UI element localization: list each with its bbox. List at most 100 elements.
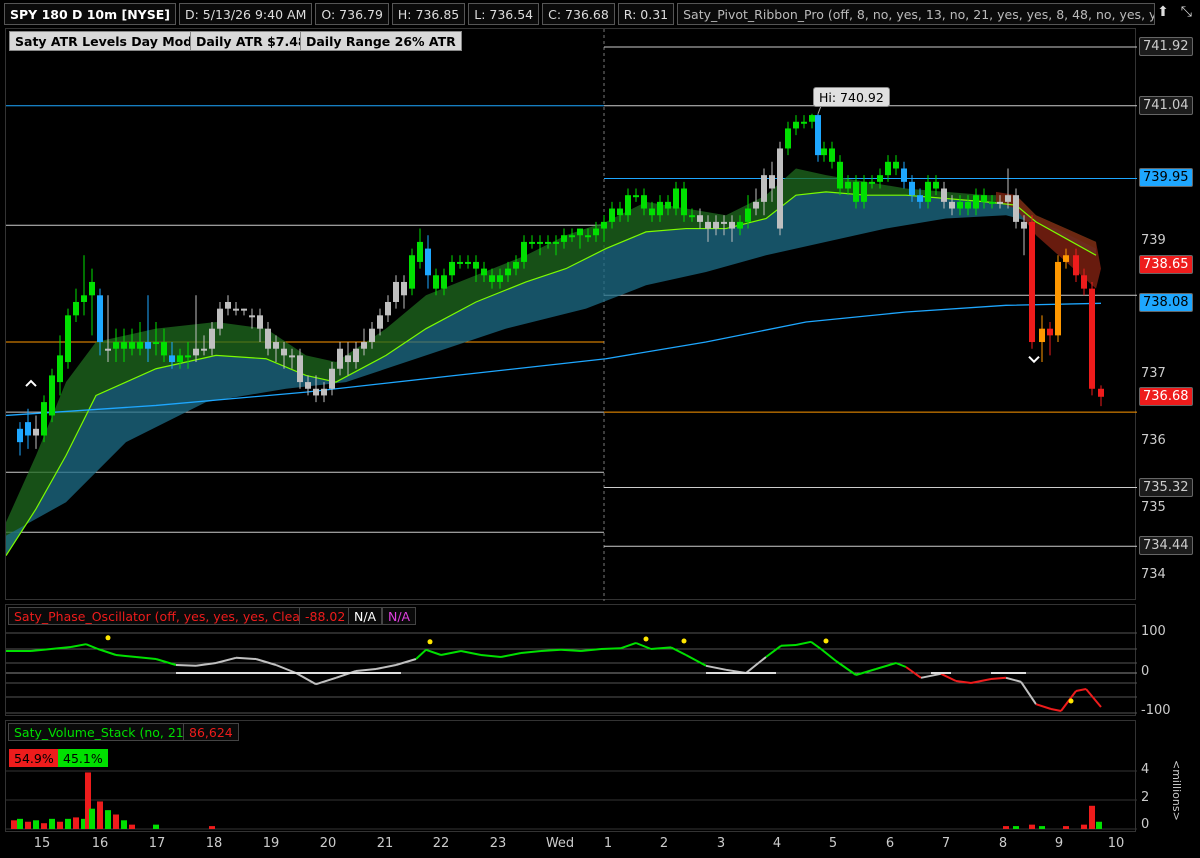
osc-tick-100: 100 bbox=[1141, 624, 1166, 639]
phase-oscillator-line bbox=[635, 642, 652, 650]
candle-body bbox=[721, 221, 727, 224]
time-tick: 2 bbox=[659, 836, 669, 851]
phase-oscillator-line bbox=[810, 640, 822, 650]
price-level-label: 741.92 bbox=[1139, 37, 1193, 56]
candle-body bbox=[465, 261, 471, 264]
candle-body bbox=[417, 241, 423, 262]
volume-title[interactable]: Saty_Volume_Stack (no, 21) bbox=[8, 723, 195, 741]
phase-oscillator-line bbox=[460, 650, 482, 656]
candle-body bbox=[1039, 328, 1045, 343]
candle-body bbox=[909, 181, 915, 196]
candle-body bbox=[901, 168, 907, 182]
candle-body bbox=[369, 328, 375, 343]
candle-body bbox=[801, 121, 807, 124]
candle-body bbox=[433, 275, 439, 289]
price-level-label: 738.08 bbox=[1139, 293, 1193, 313]
volume-bar bbox=[1096, 821, 1102, 829]
candle-body bbox=[377, 315, 383, 329]
candle-body bbox=[989, 201, 995, 204]
phase-oscillator-line bbox=[425, 648, 442, 656]
study-label[interactable]: Saty_Pivot_Ribbon_Pro (off, 8, no, yes, … bbox=[677, 3, 1156, 25]
phase-oscillator-line bbox=[970, 678, 992, 684]
volume-axis[interactable]: 4 2 0 <millions> bbox=[1137, 720, 1200, 832]
candle-body bbox=[861, 181, 867, 202]
candle-body bbox=[497, 275, 503, 282]
price-level-label: 741.04 bbox=[1139, 95, 1193, 115]
candle-body bbox=[201, 348, 207, 351]
symbol-label[interactable]: SPY 180 D 10m [NYSE] bbox=[4, 3, 176, 25]
volume-bar bbox=[73, 817, 79, 829]
phase-oscillator-line bbox=[275, 664, 297, 674]
phase-oscillator-line bbox=[85, 643, 99, 650]
candle-body bbox=[273, 342, 279, 349]
candle-body bbox=[249, 315, 255, 318]
price-tick: 735 bbox=[1141, 499, 1166, 515]
volume-value: 86,624 bbox=[183, 723, 239, 741]
arrow-up-icon[interactable]: ⬆︎ bbox=[1157, 4, 1169, 20]
candle-body bbox=[473, 261, 479, 269]
price-tick: 739 bbox=[1141, 232, 1166, 248]
phase-oscillator-line bbox=[255, 658, 277, 666]
daily-atr-badge: Daily ATR $7.48 bbox=[190, 31, 313, 51]
price-chart-panel[interactable]: Saty ATR Levels Day Mode Daily ATR $7.48… bbox=[5, 28, 1137, 601]
phase-oscillator-line bbox=[215, 656, 237, 664]
candle-body bbox=[933, 181, 939, 189]
price-level-label: 738.65 bbox=[1139, 255, 1193, 275]
mean-reversion-dot bbox=[105, 635, 111, 641]
collapse-icon[interactable]: ⤡ bbox=[1181, 4, 1192, 20]
candle-body bbox=[353, 348, 359, 363]
oscillator-title[interactable]: Saty_Phase_Oscillator (off, yes, yes, ye… bbox=[8, 607, 319, 625]
price-chart-svg bbox=[6, 29, 1137, 601]
volume-bar bbox=[65, 818, 71, 829]
oscillator-axis[interactable]: 100 0 -100 bbox=[1137, 604, 1200, 718]
volume-bar bbox=[17, 818, 23, 829]
volume-bar bbox=[89, 808, 95, 829]
candle-body bbox=[281, 348, 287, 356]
date-readout: D: 5/13/26 9:40 AM bbox=[179, 3, 313, 25]
sell-percent-badge: 54.9% bbox=[9, 749, 59, 767]
down-arrow-marker bbox=[1028, 356, 1040, 364]
volume-stack-panel[interactable]: Saty_Volume_Stack (no, 21) 86,624 54.9% … bbox=[5, 720, 1137, 832]
candle-body bbox=[81, 295, 87, 302]
phase-oscillator-line bbox=[795, 640, 812, 646]
phase-oscillator-line bbox=[600, 647, 622, 650]
price-axis[interactable]: 739738737736735734741.92741.04739.95738.… bbox=[1137, 28, 1200, 600]
phase-oscillator-panel[interactable]: Saty_Phase_Oscillator (off, yes, yes, ye… bbox=[5, 604, 1137, 716]
candle-body bbox=[1029, 221, 1035, 343]
phase-oscillator-line bbox=[560, 648, 582, 652]
time-axis[interactable]: 15 16 17 18 19 20 21 22 23 Wed 1 2 3 4 5 6 7 8 9 10 bbox=[0, 832, 1137, 858]
candle-body bbox=[457, 261, 463, 264]
candle-body bbox=[185, 355, 191, 358]
price-level-label: 739.95 bbox=[1139, 168, 1193, 188]
price-tick: 736 bbox=[1141, 433, 1166, 449]
candle-body bbox=[657, 201, 663, 216]
phase-oscillator-line bbox=[70, 643, 87, 648]
oscillator-na-2: N/A bbox=[382, 607, 417, 625]
phase-oscillator-line bbox=[875, 662, 897, 670]
mean-reversion-dot bbox=[823, 638, 829, 644]
time-tick: 1 bbox=[603, 836, 613, 851]
pivot-ribbon-bearish bbox=[996, 191, 1101, 289]
mean-reversion-dot bbox=[1068, 698, 1074, 704]
time-tick: 22 bbox=[432, 836, 450, 851]
candle-body bbox=[1013, 195, 1019, 222]
time-tick: 8 bbox=[998, 836, 1008, 851]
time-tick: 3 bbox=[716, 836, 726, 851]
phase-oscillator-line bbox=[1020, 681, 1037, 705]
candle-body bbox=[1055, 261, 1061, 336]
candle-body bbox=[705, 221, 711, 229]
volume-bar bbox=[121, 820, 127, 829]
candle-body bbox=[1005, 195, 1011, 202]
time-tick: 18 bbox=[205, 836, 223, 851]
candle-body bbox=[569, 235, 575, 238]
vol-tick-4: 4 bbox=[1141, 762, 1150, 777]
high-label: Hi: 740.92 bbox=[813, 87, 890, 107]
candle-body bbox=[313, 388, 319, 396]
oscillator-na-1: N/A bbox=[348, 607, 383, 625]
range-readout: R: 0.31 bbox=[617, 3, 675, 25]
candle-body bbox=[49, 375, 55, 416]
candle-body bbox=[777, 148, 783, 229]
phase-oscillator-line bbox=[920, 672, 942, 679]
volume-bar bbox=[33, 820, 39, 829]
candle-body bbox=[217, 308, 223, 329]
